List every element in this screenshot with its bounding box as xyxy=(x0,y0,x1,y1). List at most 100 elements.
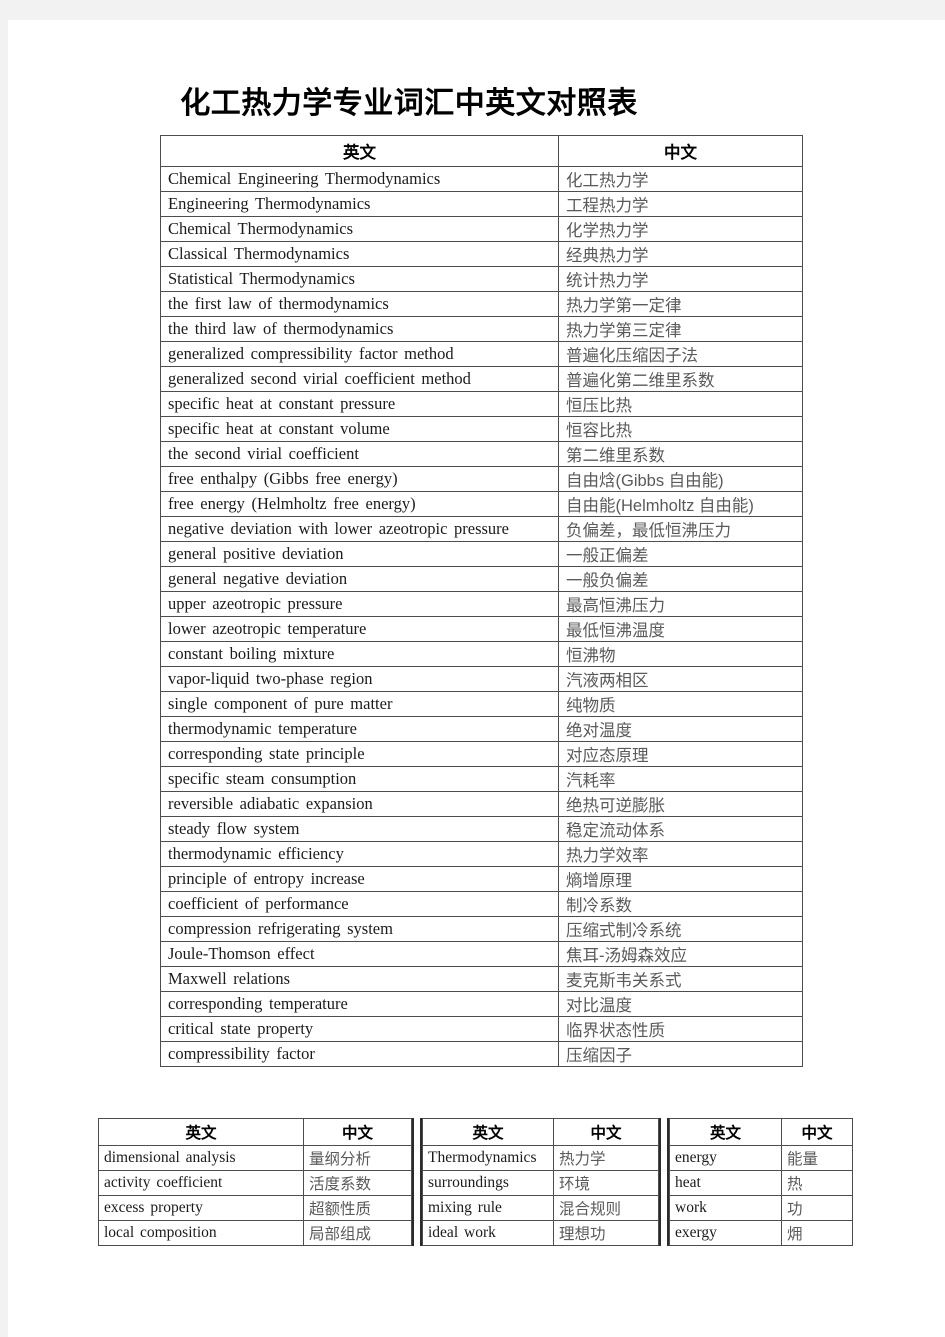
term-english-cell: principle of entropy increase xyxy=(160,866,559,892)
term-chinese: 功 xyxy=(787,1201,803,1218)
term-english: upper azeotropic pressure xyxy=(168,594,343,613)
document-page: 化工热力学专业词汇中英文对照表 英文 中文 Chemical Engineering… xyxy=(8,20,945,1337)
term-chinese-cell: 热力学 xyxy=(553,1145,659,1171)
term-chinese-cell: 混合规则 xyxy=(553,1195,659,1221)
term-chinese-cell: 工程热力学 xyxy=(558,191,803,217)
table-row: coefficient of performance 制冷系数 xyxy=(160,891,803,917)
term-english-cell: heat xyxy=(669,1170,782,1196)
term-english-cell: surroundings xyxy=(422,1170,554,1196)
term-english: Chemical Thermodynamics xyxy=(168,219,354,238)
term-chinese: 最高恒沸压力 xyxy=(566,597,665,615)
term-english: vapor-liquid two-phase region xyxy=(168,669,373,688)
term-english-cell: generalized second virial coefficient me… xyxy=(160,366,559,392)
table-row: upper azeotropic pressure 最高恒沸压力 xyxy=(160,591,803,617)
table-row: compression refrigerating system 压缩式制冷系统 xyxy=(160,916,803,942)
header-label: 中文 xyxy=(801,1125,833,1142)
term-chinese: 环境 xyxy=(559,1176,591,1193)
table-row: specific heat at constant volume 恒容比热 xyxy=(160,416,803,442)
term-english: ideal work xyxy=(428,1224,496,1241)
term-chinese-cell: 局部组成 xyxy=(303,1220,412,1246)
term-chinese: 热力学 xyxy=(559,1151,606,1168)
term-chinese: 压缩因子 xyxy=(566,1047,632,1065)
term-chinese: 㶲 xyxy=(787,1226,803,1243)
term-chinese-cell: 超额性质 xyxy=(303,1195,412,1221)
term-chinese-cell: 负偏差，最低恒沸压力 xyxy=(558,516,803,542)
term-english-cell: ideal work xyxy=(422,1220,554,1246)
term-english-cell: Maxwell relations xyxy=(160,966,559,992)
term-chinese-cell: 熵增原理 xyxy=(558,866,803,892)
table-row: free energy (Helmholtz free energy) 自由能(H… xyxy=(160,491,803,517)
term-chinese-cell: 压缩式制冷系统 xyxy=(558,916,803,942)
header-label: 英文 xyxy=(343,144,376,162)
term-chinese: 一般正偏差 xyxy=(566,547,649,565)
term-english-cell: the second virial coefficient xyxy=(160,441,559,467)
term-english: Classical Thermodynamics xyxy=(168,244,350,263)
table-row: Engineering Thermodynamics 工程热力学 xyxy=(160,191,803,217)
term-chinese-cell: 制冷系数 xyxy=(558,891,803,917)
term-chinese: 对比温度 xyxy=(566,997,632,1015)
table-row: the second virial coefficient 第二维里系数 xyxy=(160,441,803,467)
term-chinese-cell: 能量 xyxy=(781,1145,853,1171)
term-english: work xyxy=(675,1199,707,1216)
term-chinese: 恒压比热 xyxy=(566,397,632,415)
term-english: single component of pure matter xyxy=(168,694,393,713)
term-english-cell: compression refrigerating system xyxy=(160,916,559,942)
term-chinese-cell: 普遍化第二维里系数 xyxy=(558,366,803,392)
table-row: thermodynamic efficiency 热力学效率 xyxy=(160,841,803,867)
table-row: Chemical Engineering Thermodynamics 化工热力学 xyxy=(160,166,803,192)
column-header-english: 英文 xyxy=(669,1118,782,1146)
term-chinese-cell: 麦克斯韦关系式 xyxy=(558,966,803,992)
term-english: free energy (Helmholtz free energy) xyxy=(168,494,416,513)
table-row: dimensional analysis 量纲分析 xyxy=(98,1145,412,1171)
term-english-cell: lower azeotropic temperature xyxy=(160,616,559,642)
column-header-chinese: 中文 xyxy=(553,1118,659,1146)
term-english-cell: Chemical Engineering Thermodynamics xyxy=(160,166,559,192)
term-english: compressibility factor xyxy=(168,1044,315,1063)
term-english-cell: Engineering Thermodynamics xyxy=(160,191,559,217)
term-chinese: 量纲分析 xyxy=(309,1151,372,1168)
term-chinese: 工程热力学 xyxy=(566,197,649,215)
term-english: the first law of thermodynamics xyxy=(168,294,389,313)
term-chinese: 麦克斯韦关系式 xyxy=(566,972,682,990)
table-row: surroundings 环境 xyxy=(422,1170,659,1196)
term-chinese: 负偏差，最低恒沸压力 xyxy=(566,522,731,540)
term-english: Joule-Thomson effect xyxy=(168,944,315,963)
term-english-cell: energy xyxy=(669,1145,782,1171)
term-chinese-cell: 经典热力学 xyxy=(558,241,803,267)
term-chinese-cell: 热力学第一定律 xyxy=(558,291,803,317)
term-english: thermodynamic temperature xyxy=(168,719,357,738)
term-english-cell: negative deviation with lower azeotropic… xyxy=(160,516,559,542)
term-chinese: 一般负偏差 xyxy=(566,572,649,590)
term-chinese: 自由焓(Gibbs 自由能) xyxy=(566,472,724,490)
table-row: Chemical Thermodynamics 化学热力学 xyxy=(160,216,803,242)
term-english-cell: general positive deviation xyxy=(160,541,559,567)
table-row: thermodynamic temperature 绝对温度 xyxy=(160,716,803,742)
term-english: mixing rule xyxy=(428,1199,502,1216)
table-row: corresponding state principle 对应态原理 xyxy=(160,741,803,767)
glossary-panel-2: 英文 中文 Thermodynamics 热力学 surroundings 环境 mixin… xyxy=(422,1118,659,1246)
term-english-cell: dimensional analysis xyxy=(98,1145,304,1171)
table-row: Maxwell relations 麦克斯韦关系式 xyxy=(160,966,803,992)
term-chinese: 能量 xyxy=(787,1151,819,1168)
table-row: heat 热 xyxy=(669,1170,853,1196)
term-chinese-cell: 绝对温度 xyxy=(558,716,803,742)
table-row: principle of entropy increase 熵增原理 xyxy=(160,866,803,892)
term-chinese: 局部组成 xyxy=(309,1226,372,1243)
term-chinese: 压缩式制冷系统 xyxy=(566,922,682,940)
term-english-cell: the first law of thermodynamics xyxy=(160,291,559,317)
term-english: steady flow system xyxy=(168,819,300,838)
panel-header-row: 英文 中文 xyxy=(422,1118,659,1146)
term-english: Thermodynamics xyxy=(428,1149,537,1166)
term-chinese: 热 xyxy=(787,1176,803,1193)
page-title: 化工热力学专业词汇中英文对照表 xyxy=(180,87,638,120)
term-chinese-cell: 自由焓(Gibbs 自由能) xyxy=(558,466,803,492)
term-chinese: 化工热力学 xyxy=(566,172,649,190)
term-chinese-cell: 量纲分析 xyxy=(303,1145,412,1171)
term-english: local composition xyxy=(104,1224,217,1241)
term-english-cell: excess property xyxy=(98,1195,304,1221)
term-chinese: 最低恒沸温度 xyxy=(566,622,665,640)
term-english-cell: specific steam consumption xyxy=(160,766,559,792)
term-english: principle of entropy increase xyxy=(168,869,365,888)
term-english: the second virial coefficient xyxy=(168,444,359,463)
table-row: the first law of thermodynamics 热力学第一定律 xyxy=(160,291,803,317)
